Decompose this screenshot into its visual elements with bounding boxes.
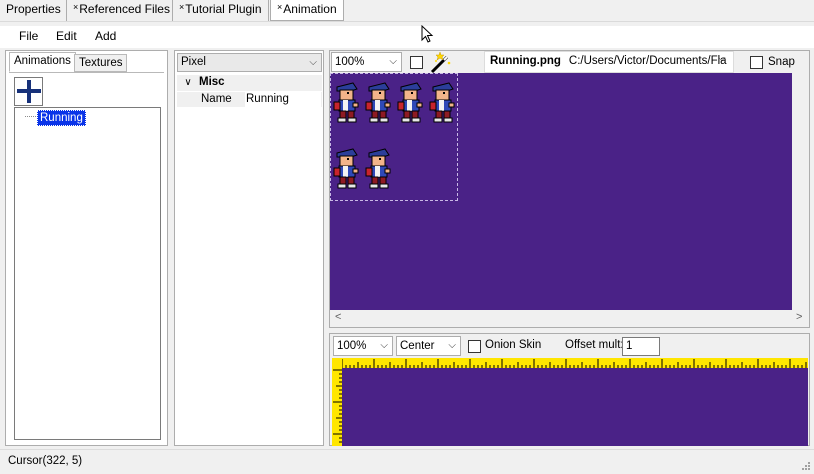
vertical-ruler — [332, 358, 342, 446]
sprite-frame[interactable] — [331, 81, 361, 126]
snap-label: Snap — [768, 56, 795, 68]
cursor-position-readout: Cursor(322, 5) — [8, 455, 83, 467]
texture-path-dropdown[interactable]: Running.png C:/Users/Victor/Documents/Fla — [484, 51, 734, 73]
scroll-right-icon[interactable]: > — [796, 311, 802, 323]
offset-mult-input[interactable]: 1 — [622, 337, 660, 356]
scroll-left-icon[interactable]: < — [335, 311, 341, 323]
object-selector-dropdown[interactable]: Pixel ⌵ — [177, 53, 322, 72]
property-row-name[interactable]: Name Running — [177, 91, 322, 107]
animation-tree[interactable]: Running — [14, 107, 161, 440]
sprite-frame[interactable] — [363, 81, 393, 126]
animation-preview: 100% ⌵ Center ⌵ Onion Skin Offset mult: … — [329, 333, 810, 446]
snap-checkbox[interactable] — [750, 56, 763, 69]
zoom-value: 100% — [335, 56, 365, 68]
tree-connector — [25, 116, 36, 117]
menu-add[interactable]: Add — [95, 29, 116, 43]
preview-zoom-dropdown[interactable]: 100% ⌵ — [333, 336, 393, 356]
tab-referenced-files[interactable]: ×Referenced Files — [66, 0, 177, 22]
tab-textures[interactable]: Textures — [74, 54, 128, 72]
alignment-dropdown[interactable]: Center ⌵ — [396, 336, 461, 356]
texture-editor: 100% ⌵ Running.png C:/Users/Victor/Docume… — [329, 50, 810, 328]
animations-panel: Animations Textures Running — [5, 50, 168, 446]
tab-underline — [9, 72, 164, 73]
magic-wand-icon[interactable] — [428, 51, 454, 75]
chevron-down-icon: ⌵ — [309, 57, 317, 68]
tab-label: Animation — [283, 2, 337, 16]
zoom-value: 100% — [337, 340, 367, 352]
category-label: Misc — [199, 76, 225, 88]
close-icon[interactable]: × — [179, 2, 184, 12]
texture-filename: Running.png — [490, 55, 561, 67]
menu-bar: File Edit Add — [0, 26, 814, 48]
sprite-frame[interactable] — [427, 81, 457, 126]
sprite-frame[interactable] — [395, 81, 425, 126]
texture-option-checkbox[interactable] — [410, 56, 423, 69]
menu-edit[interactable]: Edit — [56, 29, 77, 43]
plus-icon — [17, 80, 41, 103]
chevron-down-icon: ⌵ — [380, 340, 388, 351]
horizontal-ruler — [332, 358, 808, 368]
close-icon[interactable]: × — [277, 2, 282, 12]
sprite-frame[interactable] — [363, 147, 393, 192]
selected-object-label: Pixel — [181, 56, 206, 68]
menu-file[interactable]: File — [19, 29, 38, 43]
texture-canvas[interactable]: ˄ ˅ — [330, 73, 792, 310]
property-category-misc[interactable]: ∨ Misc — [177, 75, 322, 91]
chevron-down-icon: ⌵ — [389, 56, 397, 67]
texture-zoom-dropdown[interactable]: 100% ⌵ — [331, 52, 402, 72]
chevron-down-icon[interactable]: ⌵ — [718, 53, 726, 64]
onion-skin-label: Onion Skin — [485, 339, 542, 351]
preview-canvas[interactable] — [332, 358, 808, 446]
chevron-down-icon: ⌵ — [448, 340, 456, 351]
texture-path: C:/Users/Victor/Documents/Fla — [568, 55, 727, 67]
resize-grip-icon[interactable] — [800, 460, 810, 470]
horizontal-scrollbar[interactable]: < > — [330, 310, 809, 327]
tab-tutorial-plugin[interactable]: ×Tutorial Plugin — [172, 0, 269, 22]
property-value-field[interactable]: Running — [245, 92, 321, 107]
tab-animations[interactable]: Animations — [9, 52, 76, 72]
sprite-frame[interactable] — [331, 147, 361, 192]
tab-properties[interactable]: Properties — [0, 0, 68, 22]
collapse-chevron-icon[interactable]: ∨ — [177, 75, 199, 90]
tab-animation[interactable]: ×Animation — [270, 0, 344, 21]
add-animation-button[interactable] — [14, 77, 43, 106]
tab-strip-divider — [0, 21, 814, 22]
status-bar: Cursor(322, 5) — [0, 449, 814, 474]
close-icon[interactable]: × — [73, 2, 78, 12]
tree-item-running[interactable]: Running — [37, 110, 86, 126]
property-grid: Pixel ⌵ ∨ Misc Name Running — [174, 50, 324, 446]
mouse-pointer-icon — [421, 25, 434, 43]
onion-skin-checkbox[interactable] — [468, 340, 481, 353]
offset-mult-label: Offset mult: — [565, 339, 624, 351]
tab-label: Properties — [6, 2, 61, 16]
tab-label: Tutorial Plugin — [185, 2, 262, 16]
alignment-value: Center — [400, 340, 435, 352]
property-name: Name — [201, 93, 232, 105]
tab-label: Referenced Files — [79, 2, 170, 16]
